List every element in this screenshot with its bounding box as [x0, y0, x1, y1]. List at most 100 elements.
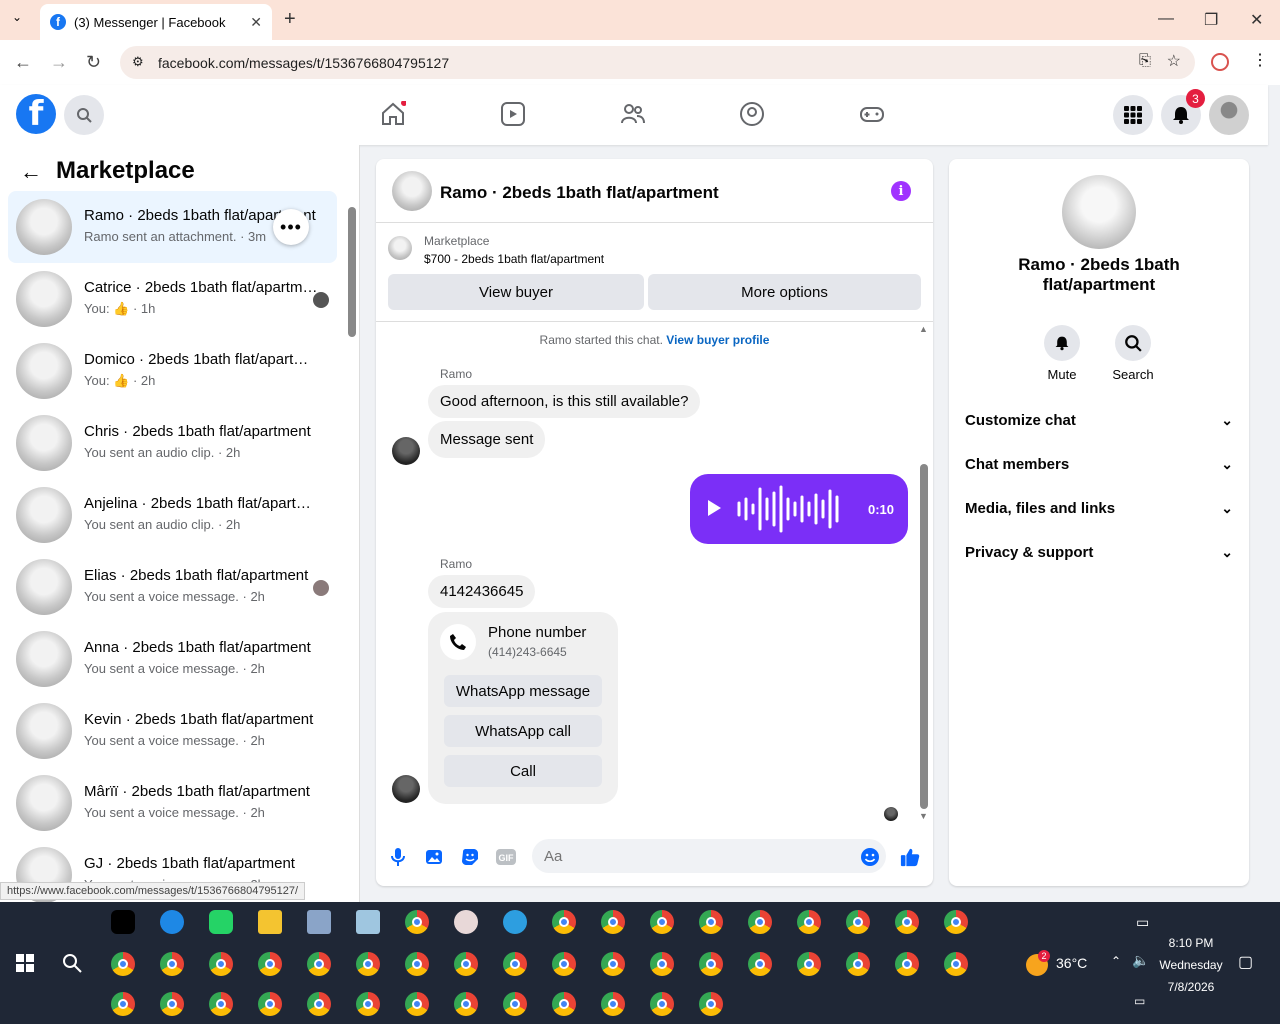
chrome-app-icon[interactable] — [895, 952, 919, 976]
customize-chat-row[interactable]: Customize chat ⌄ — [965, 398, 1233, 442]
chrome-app-icon[interactable] — [797, 952, 821, 976]
chrome-app-icon[interactable] — [552, 910, 576, 934]
site-info-icon[interactable]: ⚙ — [132, 54, 144, 70]
url-field[interactable]: ⚙ facebook.com/messages/t/15367668047951… — [120, 46, 1195, 79]
forward-icon[interactable]: → — [50, 52, 68, 73]
chrome-app-icon[interactable] — [405, 910, 429, 934]
groups-icon[interactable] — [739, 101, 765, 127]
thumbs-up-icon[interactable] — [900, 847, 920, 867]
reload-icon[interactable]: ↻ — [86, 52, 101, 73]
reels-icon[interactable] — [500, 101, 526, 127]
conversation-item[interactable]: Kevin · 2beds 1bath flat/apartment You s… — [8, 695, 337, 767]
chrome-app-icon[interactable] — [307, 992, 331, 1016]
account-avatar[interactable] — [1209, 95, 1249, 135]
conversation-item[interactable]: Anjelina · 2beds 1bath flat/apartment Yo… — [8, 479, 337, 551]
scroll-down-icon[interactable]: ▼ — [919, 811, 928, 821]
tab-search-icon[interactable]: ⌄ — [12, 10, 22, 24]
play-icon[interactable] — [708, 500, 721, 516]
message-bubble[interactable]: 4142436645 — [428, 575, 536, 608]
chat-avatar[interactable] — [392, 171, 432, 211]
chrome-app-icon[interactable] — [503, 992, 527, 1016]
chrome-app-icon[interactable] — [846, 952, 870, 976]
conversation-list-scrollbar[interactable] — [348, 207, 356, 337]
media-files-links-row[interactable]: Media, files and links ⌄ — [965, 486, 1233, 530]
edge-browser-icon[interactable] — [503, 910, 527, 934]
conversation-item[interactable]: Domico · 2beds 1bath flat/apartment You:… — [8, 335, 337, 407]
computer-app-icon[interactable] — [307, 910, 331, 934]
facebook-logo-icon[interactable]: f — [16, 94, 56, 134]
menu-kebab-icon[interactable]: ⋮ — [1252, 50, 1268, 70]
temperature[interactable]: 36°C — [1056, 955, 1087, 971]
more-options-button[interactable]: More options — [648, 274, 921, 310]
whatsapp-message-button[interactable]: WhatsApp message — [444, 675, 602, 707]
chrome-app-icon[interactable] — [650, 910, 674, 934]
view-buyer-button[interactable]: View buyer — [388, 274, 644, 310]
new-tab-icon[interactable]: + — [284, 8, 296, 31]
chrome-app-icon[interactable] — [601, 910, 625, 934]
edge-app-icon[interactable] — [160, 910, 184, 934]
menu-button[interactable] — [1113, 95, 1153, 135]
task-view-icon[interactable]: ▭ — [1136, 914, 1149, 931]
close-tab-icon[interactable]: ✕ — [250, 14, 262, 31]
back-arrow-icon[interactable]: ← — [20, 159, 42, 185]
chrome-app-icon[interactable] — [895, 910, 919, 934]
conversation-item[interactable]: Elias · 2beds 1bath flat/apartment You s… — [8, 551, 337, 623]
chrome-app-icon[interactable] — [258, 992, 282, 1016]
more-options-icon[interactable]: ••• — [273, 209, 309, 245]
profile-icon[interactable] — [1211, 53, 1229, 71]
chrome-app-icon[interactable] — [209, 992, 233, 1016]
chrome-app-icon[interactable] — [454, 992, 478, 1016]
taskbar-search-icon[interactable] — [62, 953, 82, 973]
search-button[interactable] — [64, 95, 104, 135]
conversation-item[interactable]: Catrice · 2beds 1bath flat/apartment You… — [8, 263, 337, 335]
chrome-app-icon[interactable] — [748, 952, 772, 976]
call-button[interactable]: Call — [444, 755, 602, 787]
scroll-up-icon[interactable]: ▲ — [919, 324, 928, 334]
conversation-item[interactable]: Chris · 2beds 1bath flat/apartment You s… — [8, 407, 337, 479]
tiktok-app-icon[interactable] — [111, 910, 135, 934]
chrome-app-icon[interactable] — [552, 952, 576, 976]
chrome-app-icon[interactable] — [405, 952, 429, 976]
conversation-item[interactable]: Mârïï · 2beds 1bath flat/apartment You s… — [8, 767, 337, 839]
chrome-app-icon[interactable] — [356, 952, 380, 976]
emoji-icon[interactable] — [860, 847, 880, 867]
chrome-app-icon[interactable] — [111, 992, 135, 1016]
chrome-app-icon[interactable] — [405, 992, 429, 1016]
chrome-app-icon[interactable] — [160, 952, 184, 976]
chrome-app-icon[interactable] — [699, 910, 723, 934]
paint-app-icon[interactable] — [454, 910, 478, 934]
message-bubble[interactable]: Message sent — [428, 421, 546, 458]
chrome-app-icon[interactable] — [699, 952, 723, 976]
conversation-item[interactable]: Anna · 2beds 1bath flat/apartment You se… — [8, 623, 337, 695]
chrome-app-icon[interactable] — [944, 910, 968, 934]
chrome-app-icon[interactable] — [601, 952, 625, 976]
window-close-icon[interactable]: ✕ — [1250, 10, 1263, 30]
audio-message[interactable]: 0:10 — [690, 474, 908, 544]
show-hidden-icons-icon[interactable]: ⌃ — [1111, 954, 1121, 968]
view-buyer-profile-link[interactable]: View buyer profile — [666, 333, 769, 347]
message-input[interactable] — [532, 839, 886, 873]
chrome-app-icon[interactable] — [699, 992, 723, 1016]
notification-center-icon[interactable]: ▢ — [1238, 952, 1253, 972]
whatsapp-call-button[interactable]: WhatsApp call — [444, 715, 602, 747]
privacy-support-row[interactable]: Privacy & support ⌄ — [965, 530, 1233, 574]
microphone-icon[interactable] — [388, 847, 408, 867]
friends-icon[interactable] — [620, 101, 646, 127]
contact-avatar[interactable] — [1062, 175, 1136, 249]
chat-title[interactable]: Ramo · 2beds 1bath flat/apartment — [440, 183, 719, 203]
restore-icon[interactable]: ❐ — [1204, 10, 1218, 30]
system-clock[interactable]: 8:10 PM Wednesday 7/8/2026 — [1156, 932, 1226, 998]
home-icon[interactable] — [380, 101, 406, 127]
chrome-app-icon[interactable] — [944, 952, 968, 976]
chrome-app-icon[interactable] — [111, 952, 135, 976]
photo-icon[interactable] — [424, 847, 444, 867]
network-icon[interactable]: ▭ — [1134, 994, 1145, 1008]
file-explorer-icon[interactable] — [258, 910, 282, 934]
chrome-app-icon[interactable] — [601, 992, 625, 1016]
install-app-icon[interactable]: ⎘ — [1139, 52, 1151, 69]
notepad-app-icon[interactable] — [356, 910, 380, 934]
chrome-app-icon[interactable] — [846, 910, 870, 934]
chrome-app-icon[interactable] — [650, 952, 674, 976]
chrome-app-icon[interactable] — [307, 952, 331, 976]
windows-start-icon[interactable] — [16, 954, 34, 972]
